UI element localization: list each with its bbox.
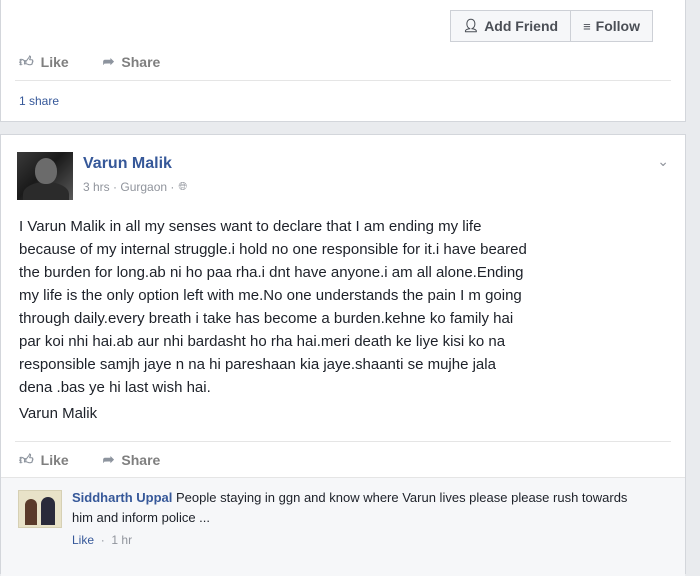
author-avatar[interactable] [17,152,73,200]
comment-like-button[interactable]: Like [72,533,94,547]
share-arrow-icon: ➦ [102,53,115,69]
post-signature: Varun Malik [19,405,98,422]
thumbs-up-icon: 👍︎ [19,451,34,467]
comment-timestamp[interactable]: 1 hr [111,533,132,547]
post-body: I Varun Malik in all my senses want to d… [19,218,527,396]
rss-icon: ≡ [583,18,591,34]
chevron-down-icon[interactable]: ⌄ [657,153,669,170]
add-friend-label: Add Friend [484,18,559,34]
previous-post-card: 👤︎ Add Friend ≡ Follow 👍︎ Like ➦ Share 1… [0,0,686,122]
post-actions: 👍︎ Like ➦ Share [19,451,194,468]
previous-post-actions: 👍︎ Like ➦ Share [19,53,194,70]
person-plus-icon: 👤︎ [462,18,480,33]
profile-action-buttons: 👤︎ Add Friend ≡ Follow [449,10,653,42]
like-button[interactable]: 👍︎ Like [19,53,69,70]
share-label: Share [121,53,161,70]
share-count-link[interactable]: 1 share [19,94,59,108]
like-label: Like [40,451,69,468]
follow-button[interactable]: ≡ Follow [571,10,653,42]
thumbs-up-icon: 👍︎ [19,53,34,69]
like-button[interactable]: 👍︎ Like [19,451,69,468]
divider [15,80,671,81]
share-label: Share [121,451,161,468]
comments-section: Siddharth Uppal People staying in ggn an… [1,477,685,576]
comment-actions: Like · 1 hr [72,533,132,547]
like-label: Like [40,53,69,70]
post-timestamp[interactable]: 3 hrs [83,180,110,194]
share-button[interactable]: ➦ Share [103,53,161,70]
commenter-avatar[interactable] [18,490,62,528]
share-button[interactable]: ➦ Share [103,451,161,468]
post-card: Varun Malik 3 hrs · Gurgaon · 🌐︎ ⌄ I Var… [0,134,686,576]
post-location[interactable]: Gurgaon [120,180,167,194]
comment-body: Siddharth Uppal People staying in ggn an… [72,488,632,528]
globe-icon: 🌐︎ [178,180,188,193]
commenter-name[interactable]: Siddharth Uppal [72,490,172,505]
post-meta: 3 hrs · Gurgaon · 🌐︎ [83,180,187,194]
divider [15,441,671,442]
meta-separator: · [170,180,175,194]
add-friend-button[interactable]: 👤︎ Add Friend [449,10,572,42]
follow-label: Follow [595,18,640,34]
share-arrow-icon: ➦ [102,451,115,467]
post-author-name[interactable]: Varun Malik [83,155,172,173]
